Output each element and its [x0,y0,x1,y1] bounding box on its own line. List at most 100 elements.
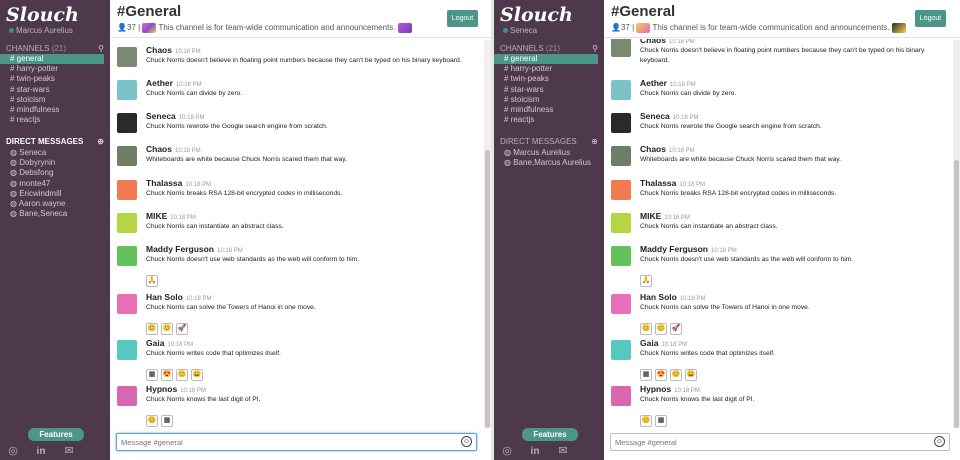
reaction-button[interactable]: 😀 [191,369,203,381]
dm-item[interactable]: ◍ Debsfong [0,168,110,178]
message-author: Hypnos 10:18 PM [146,384,206,394]
channel-item[interactable]: # mindfulness [494,105,604,115]
avatar[interactable] [117,113,137,133]
reaction-button[interactable]: 🙏 [640,275,652,287]
avatar[interactable] [611,180,631,200]
message-timestamp: 10:18 PM [178,115,205,121]
avatar[interactable] [117,213,137,233]
features-button[interactable]: Features [28,428,84,441]
message-author: Chaos 10:18 PM [640,144,695,154]
github-icon[interactable]: ◎ [6,444,20,457]
reaction-button[interactable]: 😍 [161,369,173,381]
avatar[interactable] [117,80,137,100]
dm-item[interactable]: ◍ Bane,Seneca [0,209,110,219]
reaction-button[interactable]: 🙏 [146,275,158,287]
scrollbar[interactable] [484,40,491,428]
channel-item[interactable]: # twin-peaks [0,74,110,84]
avatar[interactable] [611,80,631,100]
dm-label: Marcus Aurelius [513,148,571,157]
dm-item[interactable]: ◍ Seneca [0,148,110,158]
reaction-button[interactable]: 😊 [146,323,158,335]
avatar[interactable] [611,113,631,133]
reaction-button[interactable]: 😊 [640,323,652,335]
avatar[interactable] [117,340,137,360]
add-dm-icon[interactable]: ⊕ [591,137,598,146]
message-input[interactable] [121,436,421,449]
search-icon[interactable]: ⚲ [592,44,598,53]
mail-icon[interactable]: ✉ [556,444,570,457]
avatar[interactable] [117,180,137,200]
channel-item[interactable]: # mindfulness [0,105,110,115]
avatar[interactable] [611,246,631,266]
reaction-button[interactable]: 😍 [655,369,667,381]
dm-item[interactable]: ◍ Bane,Marcus Aurelius [494,158,604,168]
channel-item[interactable]: # stoicism [0,95,110,105]
avatar[interactable] [611,39,631,57]
reaction-button[interactable]: 😊 [176,369,188,381]
reaction-button[interactable]: ▦ [655,415,667,427]
scrollbar[interactable] [953,40,960,428]
avatar[interactable] [117,246,137,266]
reaction-button[interactable]: 😊 [161,323,173,335]
channel-item[interactable]: # reactjs [494,115,604,125]
channel-item[interactable]: # star-wars [494,85,604,95]
message-author: Chaos 10:18 PM [146,45,201,55]
reaction-button[interactable]: 😀 [685,369,697,381]
message-input[interactable] [615,436,915,449]
message-timestamp: 10:18 PM [185,182,212,188]
channel-item[interactable]: # star-wars [0,85,110,95]
reaction-button[interactable]: 😊 [655,323,667,335]
mail-icon[interactable]: ✉ [62,444,76,457]
channel-item[interactable]: # twin-peaks [494,74,604,84]
dm-item[interactable]: ◍ Aaron.wayne [0,199,110,209]
dm-item[interactable]: ◍ Marcus Aurelius [494,148,604,158]
channels-label: CHANNELS [6,44,50,53]
channels-header[interactable]: CHANNELS (21) ⚲ [500,44,598,53]
channel-item[interactable]: # harry-potter [0,64,110,74]
channel-item[interactable]: # general [494,54,598,65]
dm-item[interactable]: ◍ Dobyrynin [0,158,110,168]
dm-label: Bane,Seneca [19,209,68,219]
reaction-button[interactable]: ▦ [640,369,652,381]
avatar[interactable] [611,213,631,233]
dm-item[interactable]: ◍ monte47 [0,179,110,189]
linkedin-icon[interactable]: in [34,446,48,457]
logout-button[interactable]: Logout [447,10,478,27]
add-dm-icon[interactable]: ⊕ [97,137,104,146]
github-icon[interactable]: ◎ [500,444,514,457]
message-author: Hypnos 10:18 PM [640,384,700,394]
avatar[interactable] [117,386,137,406]
reaction-button[interactable]: ▦ [146,369,158,381]
features-button[interactable]: Features [522,428,578,441]
avatar[interactable] [117,146,137,166]
reaction-button[interactable]: 😊 [146,415,158,427]
reaction-button[interactable]: 🚀 [176,323,188,335]
avatar[interactable] [611,386,631,406]
avatar[interactable] [611,294,631,314]
linkedin-icon[interactable]: in [528,446,542,457]
emoji-picker-icon[interactable]: ☺ [934,436,945,447]
search-icon[interactable]: ⚲ [98,44,104,53]
message-timestamp: 10:18 PM [668,148,695,154]
emoji-picker-icon[interactable]: ☺ [461,436,472,447]
scrollbar-thumb[interactable] [485,150,490,428]
logout-button[interactable]: Logout [915,10,946,27]
message-author: Chaos 10:18 PM [146,144,201,154]
reaction-button[interactable]: 🚀 [670,323,682,335]
channel-item[interactable]: # harry-potter [494,64,604,74]
dm-item[interactable]: ◍ Ericwindmill [0,189,110,199]
reaction-button[interactable]: 😊 [640,415,652,427]
avatar[interactable] [611,340,631,360]
channel-item[interactable]: # stoicism [494,95,604,105]
avatar[interactable] [117,294,137,314]
avatar[interactable] [611,146,631,166]
channel-meta: 👤37 | This channel is for team-wide comm… [611,23,906,33]
scrollbar-thumb[interactable] [954,160,959,428]
channel-item[interactable]: # general [0,54,104,65]
channel-item[interactable]: # reactjs [0,115,110,125]
avatar[interactable] [117,47,137,67]
channels-header[interactable]: CHANNELS (21) ⚲ [6,44,104,53]
message-author: Maddy Ferguson 10:18 PM [146,244,243,254]
reaction-button[interactable]: ▦ [161,415,173,427]
reaction-button[interactable]: 😊 [670,369,682,381]
